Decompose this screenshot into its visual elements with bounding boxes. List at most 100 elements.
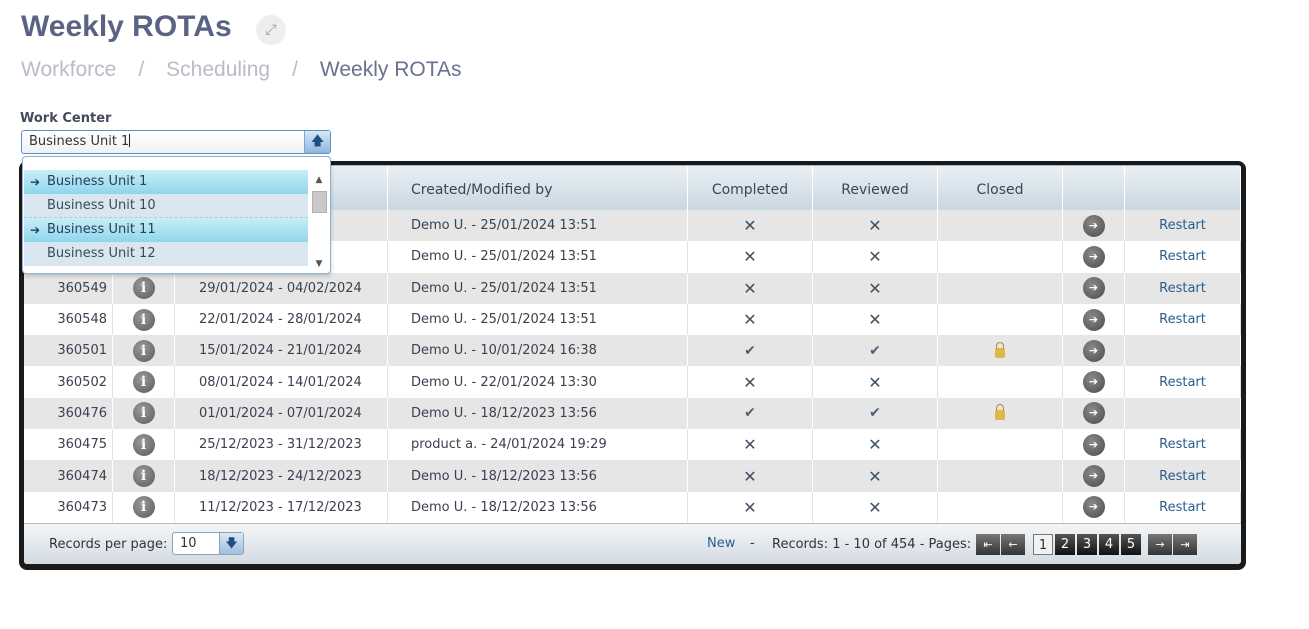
created-by-cell: Demo U. - 10/01/2024 16:38 bbox=[388, 335, 688, 367]
go-cell: ➔ bbox=[1063, 272, 1125, 304]
dropdown-toggle-up-icon[interactable]: 🡅 bbox=[304, 131, 330, 153]
first-page-icon[interactable]: ⇤ bbox=[976, 534, 1000, 555]
created-by: Demo U. - 22/01/2024 13:30 bbox=[411, 374, 597, 390]
info-icon[interactable]: i bbox=[132, 465, 155, 488]
info-icon[interactable]: i bbox=[132, 371, 155, 394]
restart-link[interactable]: Restart bbox=[1159, 281, 1206, 296]
work-center-options: ➔ Business Unit 1 Business Unit 10 ➔ Busines… bbox=[24, 170, 308, 266]
restart-link[interactable]: Restart bbox=[1159, 437, 1206, 452]
header-go bbox=[1063, 166, 1125, 210]
restart-link[interactable]: Restart bbox=[1159, 500, 1206, 515]
work-center-option[interactable]: Business Unit 10 bbox=[24, 194, 308, 218]
breadcrumb-scheduling[interactable]: Scheduling bbox=[166, 58, 270, 82]
closed-cell bbox=[938, 272, 1063, 304]
table-row[interactable]: 360474 i 18/12/2023 - 24/12/2023 Demo U. - … bbox=[24, 460, 1241, 492]
arrow-right-circle-icon[interactable]: ➔ bbox=[1082, 371, 1105, 394]
grid-footer: Records per page: 10 🡇 New - Records: 1 … bbox=[24, 523, 1241, 564]
work-center-option[interactable]: Business Unit 12 bbox=[24, 242, 308, 266]
table-row[interactable]: 360473 i 11/12/2023 - 17/12/2023 Demo U. - … bbox=[24, 491, 1241, 523]
completed-cell: ✔ bbox=[688, 397, 813, 430]
restart-link[interactable]: Restart bbox=[1159, 375, 1206, 390]
table-row[interactable]: 360548 i 22/01/2024 - 28/01/2024 Demo U. - … bbox=[24, 303, 1241, 336]
restart-link[interactable]: Restart bbox=[1159, 312, 1206, 327]
created-by: Demo U. - 25/01/2024 13:51 bbox=[411, 218, 597, 234]
table-row[interactable]: 360502 i 08/01/2024 - 14/01/2024 Demo U. - … bbox=[24, 366, 1241, 398]
completed-cell: ✕ bbox=[688, 429, 813, 461]
table-row[interactable]: 360476 i 01/01/2024 - 07/01/2024 Demo U. - … bbox=[24, 397, 1241, 430]
info-icon[interactable]: i bbox=[132, 339, 155, 362]
period-cell: 08/01/2024 - 14/01/2024 bbox=[175, 366, 388, 398]
page-number[interactable]: 4 bbox=[1099, 534, 1119, 555]
info-icon[interactable]: i bbox=[132, 308, 155, 331]
info-icon[interactable]: i bbox=[132, 433, 155, 456]
rota-id: 360474 bbox=[57, 468, 107, 484]
work-center-select[interactable]: Business Unit 1 🡅 bbox=[21, 130, 331, 154]
info-icon[interactable]: i bbox=[132, 496, 155, 519]
header-reviewed[interactable]: Reviewed bbox=[813, 166, 938, 210]
arrow-right-circle-icon[interactable]: ➔ bbox=[1082, 214, 1105, 237]
scroll-thumb[interactable] bbox=[312, 191, 327, 213]
cross-icon: ✕ bbox=[743, 497, 757, 517]
arrow-right-circle-icon[interactable]: ➔ bbox=[1082, 308, 1105, 331]
breadcrumb-workforce[interactable]: Workforce bbox=[21, 58, 116, 82]
restart-link[interactable]: Restart bbox=[1159, 469, 1206, 484]
new-link[interactable]: New bbox=[707, 536, 735, 551]
completed-cell: ✕ bbox=[688, 303, 813, 336]
closed-cell bbox=[938, 303, 1063, 336]
go-cell: ➔ bbox=[1063, 335, 1125, 367]
arrow-right-circle-icon[interactable]: ➔ bbox=[1082, 245, 1105, 268]
completed-cell: ✔ bbox=[688, 335, 813, 367]
info-cell: i bbox=[113, 272, 175, 304]
scroll-down-icon[interactable]: ▼ bbox=[313, 259, 325, 269]
dropdown-scrollbar[interactable]: ▲ ▼ bbox=[310, 175, 328, 269]
info-cell: i bbox=[113, 429, 175, 461]
info-cell: i bbox=[113, 491, 175, 523]
scroll-up-icon[interactable]: ▲ bbox=[313, 175, 325, 185]
header-created-by[interactable]: Created/Modified by bbox=[388, 166, 688, 210]
page-number[interactable]: 2 bbox=[1055, 534, 1075, 555]
check-icon: ✔ bbox=[869, 342, 881, 359]
cross-icon: ✕ bbox=[743, 278, 757, 298]
period: 08/01/2024 - 14/01/2024 bbox=[199, 374, 362, 390]
info-icon[interactable]: i bbox=[132, 402, 155, 425]
action-cell: Restart bbox=[1125, 210, 1241, 242]
cross-icon: ✕ bbox=[868, 216, 882, 236]
arrow-right-circle-icon[interactable]: ➔ bbox=[1082, 402, 1105, 425]
cross-icon: ✕ bbox=[868, 466, 882, 486]
table-row[interactable]: 360475 i 25/12/2023 - 31/12/2023 product a.… bbox=[24, 429, 1241, 461]
cross-icon: ✕ bbox=[743, 435, 757, 455]
chevron-down-icon[interactable]: 🡇 bbox=[219, 533, 243, 554]
page-number[interactable]: 1 bbox=[1033, 534, 1053, 555]
period: 25/12/2023 - 31/12/2023 bbox=[199, 437, 362, 453]
page-number[interactable]: 5 bbox=[1121, 534, 1141, 555]
work-center-input[interactable]: Business Unit 1 bbox=[22, 131, 304, 153]
table-row[interactable]: 360501 i 15/01/2024 - 21/01/2024 Demo U. - … bbox=[24, 335, 1241, 367]
work-center-option[interactable]: ➔ Business Unit 1 bbox=[24, 170, 308, 194]
arrow-right-circle-icon[interactable]: ➔ bbox=[1082, 433, 1105, 456]
cross-icon: ✕ bbox=[743, 310, 757, 330]
header-closed[interactable]: Closed bbox=[938, 166, 1063, 210]
last-page-icon[interactable]: ⇥ bbox=[1173, 534, 1197, 555]
completed-cell: ✕ bbox=[688, 460, 813, 492]
header-completed[interactable]: Completed bbox=[688, 166, 813, 210]
records-per-page-select[interactable]: 10 🡇 bbox=[172, 532, 244, 555]
arrow-right-circle-icon[interactable]: ➔ bbox=[1082, 339, 1105, 362]
table-row[interactable]: 360549 i 29/01/2024 - 04/02/2024 Demo U. - … bbox=[24, 272, 1241, 304]
arrow-right-circle-icon[interactable]: ➔ bbox=[1082, 277, 1105, 300]
prev-page-icon[interactable]: ← bbox=[1001, 534, 1025, 555]
info-icon[interactable]: i bbox=[132, 277, 155, 300]
action-cell bbox=[1125, 397, 1241, 430]
breadcrumb: Workforce / Scheduling / Weekly ROTAs bbox=[21, 58, 462, 82]
expand-icon[interactable]: ⤢ bbox=[256, 15, 286, 45]
reviewed-cell: ✕ bbox=[813, 241, 938, 273]
work-center-option[interactable]: ➔ Business Unit 11 bbox=[24, 218, 308, 242]
restart-link[interactable]: Restart bbox=[1159, 249, 1206, 264]
completed-cell: ✕ bbox=[688, 366, 813, 398]
page-number[interactable]: 3 bbox=[1077, 534, 1097, 555]
arrow-right-circle-icon[interactable]: ➔ bbox=[1082, 465, 1105, 488]
created-by: product a. - 24/01/2024 19:29 bbox=[411, 437, 607, 453]
restart-link[interactable]: Restart bbox=[1159, 218, 1206, 233]
arrow-right-circle-icon[interactable]: ➔ bbox=[1082, 496, 1105, 519]
next-page-icon[interactable]: → bbox=[1148, 534, 1172, 555]
check-icon: ✔ bbox=[869, 405, 881, 422]
